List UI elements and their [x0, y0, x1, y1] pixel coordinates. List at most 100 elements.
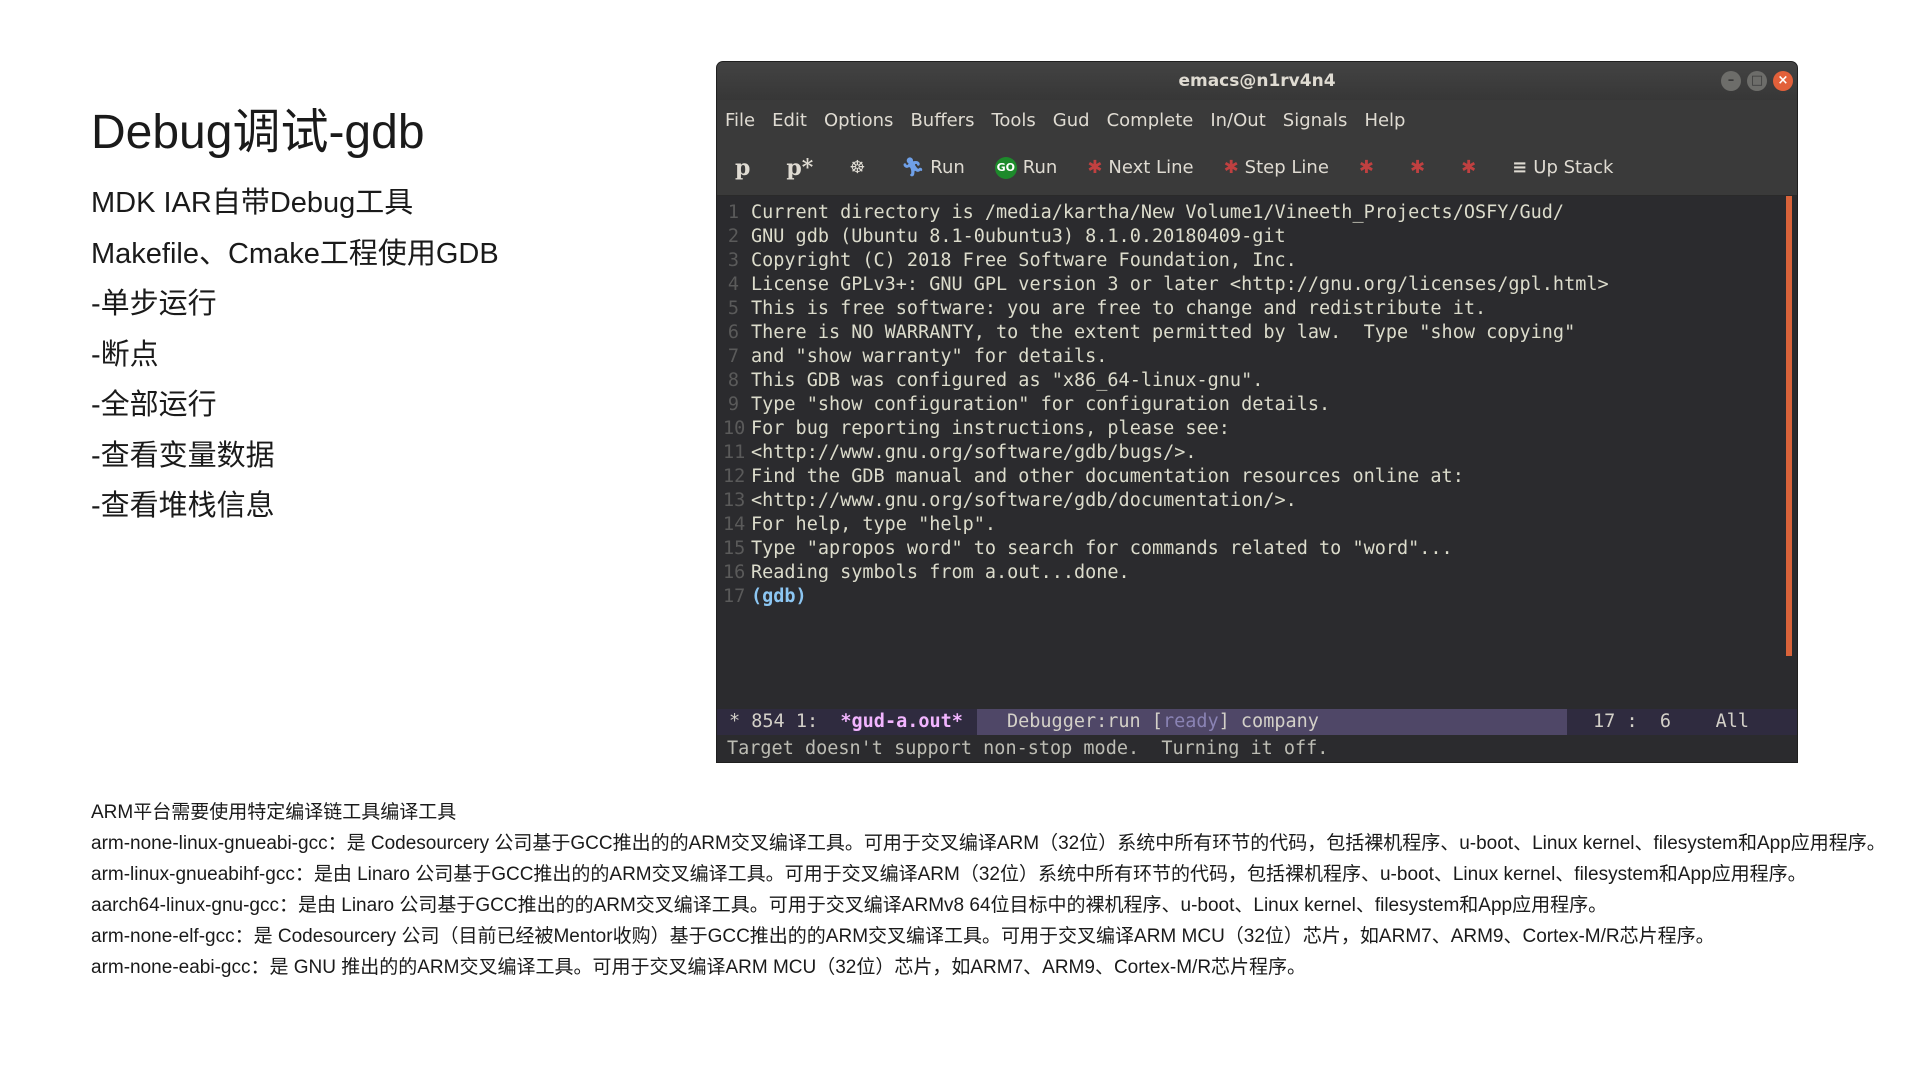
stop-icon: ✱ — [1461, 157, 1477, 178]
mode-line-ready: ready — [1162, 711, 1219, 732]
line-number: 10 — [723, 418, 746, 439]
menu-bar: File Edit Options Buffers Tools Gud Comp… — [717, 100, 1797, 140]
line-number: 4 — [727, 274, 739, 295]
line-text: Find the GDB manual and other documentat… — [751, 466, 1464, 487]
run-icon: 🏃︎ — [901, 157, 925, 178]
menu-file[interactable]: File — [725, 110, 755, 131]
line-text: For bug reporting instructions, please s… — [751, 418, 1230, 439]
print-star-icon: p* — [786, 154, 814, 181]
mode-line-buffer-info: * 854 1: *gud-a.out* — [717, 709, 977, 735]
line-number: 14 — [723, 514, 746, 535]
close-button[interactable]: × — [1773, 71, 1793, 91]
note-line: aarch64-linux-gnu-gcc：是由 Linaro 公司基于GCC推… — [91, 895, 1608, 916]
line-text: Type "show configuration" for configurat… — [751, 394, 1331, 415]
menu-options[interactable]: Options — [824, 110, 893, 131]
line-number: 5 — [727, 298, 739, 319]
menu-buffers[interactable]: Buffers — [910, 110, 974, 131]
menu-gud[interactable]: Gud — [1053, 110, 1090, 131]
line-text: and "show warranty" for details. — [751, 346, 1108, 367]
go-run-label: Run — [1022, 157, 1058, 178]
run-button[interactable]: 🏃︎ Run — [901, 157, 964, 178]
mode-line-mode-prefix: Debugger:run [ — [1007, 711, 1163, 732]
window-titlebar[interactable]: emacs@n1rv4n4 – □ × — [717, 62, 1797, 100]
bug-icon: ☸ — [849, 157, 866, 178]
menu-in-out[interactable]: In/Out — [1210, 110, 1265, 131]
menu-edit[interactable]: Edit — [772, 110, 807, 131]
print-star-button[interactable]: p* — [786, 155, 819, 181]
go-run-button[interactable]: GO Run — [994, 156, 1058, 179]
menu-signals[interactable]: Signals — [1283, 110, 1348, 131]
line-text: Current directory is /media/kartha/New V… — [751, 202, 1565, 223]
step-line-icon: ✱ — [1223, 157, 1239, 178]
line-text: There is NO WARRANTY, to the extent perm… — [751, 322, 1576, 343]
line-number: 12 — [723, 466, 746, 487]
run-label: Run — [930, 157, 965, 178]
gud-toolbar: p p* ☸ 🏃︎ Run GO Run ✱ Next Line ✱ Step Line… — [717, 140, 1797, 196]
line-text: For help, type "help". — [751, 514, 997, 535]
step-line-button[interactable]: ✱ Step Line — [1224, 157, 1329, 178]
print-button[interactable]: p — [735, 155, 756, 181]
step-line-label: Step Line — [1244, 157, 1329, 178]
bullet-list: MDK IAR自带Debug工具 Makefile、Cmake工程使用GDB -… — [91, 178, 499, 532]
line-number: 7 — [727, 346, 739, 367]
line-text: <http://www.gnu.org/software/gdb/bugs/>. — [751, 442, 1197, 463]
line-number: 16 — [723, 562, 746, 583]
line-number: 1 — [727, 202, 739, 223]
bullet-item: -断点 — [91, 338, 159, 371]
line-text: License GPLv3+: GNU GPL version 3 or lat… — [751, 274, 1609, 295]
up-stack-button[interactable]: ≡ Up Stack — [1512, 157, 1613, 178]
line-number: 11 — [723, 442, 746, 463]
mode-line-scroll: All — [1715, 711, 1749, 732]
next-line-label: Next Line — [1108, 157, 1194, 178]
mode-line-position: 17 : 6 — [1593, 711, 1672, 732]
bullet-item: Makefile、Cmake工程使用GDB — [91, 237, 499, 270]
note-line: arm-linux-gnueabihf-gcc：是由 Linaro 公司基于GC… — [91, 864, 1807, 885]
notes-block: ARM平台需要使用特定编译链工具编译工具 arm-none-linux-gnue… — [91, 797, 1886, 983]
line-text: This is free software: you are free to c… — [751, 298, 1487, 319]
minibuffer[interactable]: Target doesn't support non-stop mode. Tu… — [717, 735, 1797, 762]
notes-heading: ARM平台需要使用特定编译链工具编译工具 — [91, 802, 457, 823]
next-line-button[interactable]: ✱ Next Line — [1087, 157, 1193, 178]
window-title: emacs@n1rv4n4 — [1178, 71, 1336, 91]
line-text: Copyright (C) 2018 Free Software Foundat… — [751, 250, 1297, 271]
menu-tools[interactable]: Tools — [991, 110, 1035, 131]
menu-help[interactable]: Help — [1364, 110, 1405, 131]
mode-line: * 854 1: *gud-a.out* Debugger:run [ready… — [717, 709, 1797, 735]
line-number: 8 — [727, 370, 739, 391]
line-number: 6 — [727, 322, 739, 343]
go-icon: GO — [994, 156, 1017, 179]
finish-button[interactable]: ✱ — [1359, 157, 1380, 178]
scrollbar[interactable] — [1786, 196, 1792, 656]
up-stack-label: Up Stack — [1533, 157, 1614, 178]
bullet-item: MDK IAR自带Debug工具 — [91, 187, 414, 219]
stop-button[interactable]: ✱ — [1461, 157, 1482, 178]
print-icon: p — [735, 154, 751, 181]
bullet-item: -单步运行 — [91, 288, 217, 320]
line-text: Reading symbols from a.out...done. — [751, 562, 1130, 583]
gdb-prompt: (gdb) — [751, 586, 807, 607]
menu-complete[interactable]: Complete — [1107, 110, 1194, 131]
slide-title: Debug调试-gdb — [91, 106, 425, 159]
minimize-icon: – — [1727, 73, 1735, 88]
emacs-window: emacs@n1rv4n4 – □ × File Edit Options Bu… — [717, 62, 1797, 762]
line-number: 13 — [723, 490, 746, 511]
bullet-item: -全部运行 — [91, 389, 217, 421]
maximize-button[interactable]: □ — [1747, 71, 1767, 91]
bullet-item: -查看堆栈信息 — [91, 490, 275, 522]
next-line-icon: ✱ — [1087, 157, 1103, 178]
minimize-button[interactable]: – — [1721, 71, 1741, 91]
mode-line-status: * 854 1: — [729, 711, 819, 732]
continue-button[interactable]: ✱ — [1410, 157, 1431, 178]
line-number: 17 — [723, 586, 746, 607]
watch-button[interactable]: ☸ — [849, 157, 871, 178]
mode-line-mode-suffix: ] company — [1218, 711, 1319, 732]
mode-line-buffer-name[interactable]: *gud-a.out* — [840, 711, 963, 732]
note-line: arm-none-eabi-gcc：是 GNU 推出的的ARM交叉编译工具。可用… — [91, 957, 1307, 978]
gud-buffer[interactable]: 1 Current directory is /media/kartha/New … — [717, 196, 1797, 709]
line-number: 3 — [727, 250, 739, 271]
line-number: 9 — [727, 394, 739, 415]
note-line: arm-none-linux-gnueabi-gcc：是 Codesourcer… — [91, 833, 1886, 854]
line-text: Type "apropos word" to search for comman… — [751, 538, 1453, 559]
line-text: This GDB was configured as "x86_64-linux… — [751, 370, 1264, 391]
mode-line-position-info: 17 : 6 All — [1567, 709, 1797, 735]
